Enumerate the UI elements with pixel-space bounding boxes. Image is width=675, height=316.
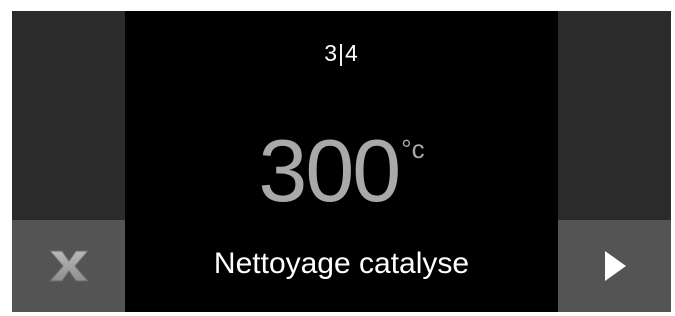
temperature-display: 300°c [125, 126, 558, 216]
step-indicator: 3|4 [324, 40, 359, 66]
temperature-value: 300 [258, 121, 401, 220]
next-button[interactable] [558, 220, 671, 312]
right-side-column [558, 11, 671, 220]
play-right-icon [604, 251, 626, 281]
close-icon [48, 250, 89, 282]
temperature-unit: °c [401, 134, 425, 164]
oven-display-panel: 3|4 300°c Nettoyage catalyse [12, 11, 671, 312]
cancel-button[interactable] [12, 220, 125, 312]
program-name: Nettoyage catalyse [213, 247, 470, 280]
left-side-column [12, 11, 125, 220]
